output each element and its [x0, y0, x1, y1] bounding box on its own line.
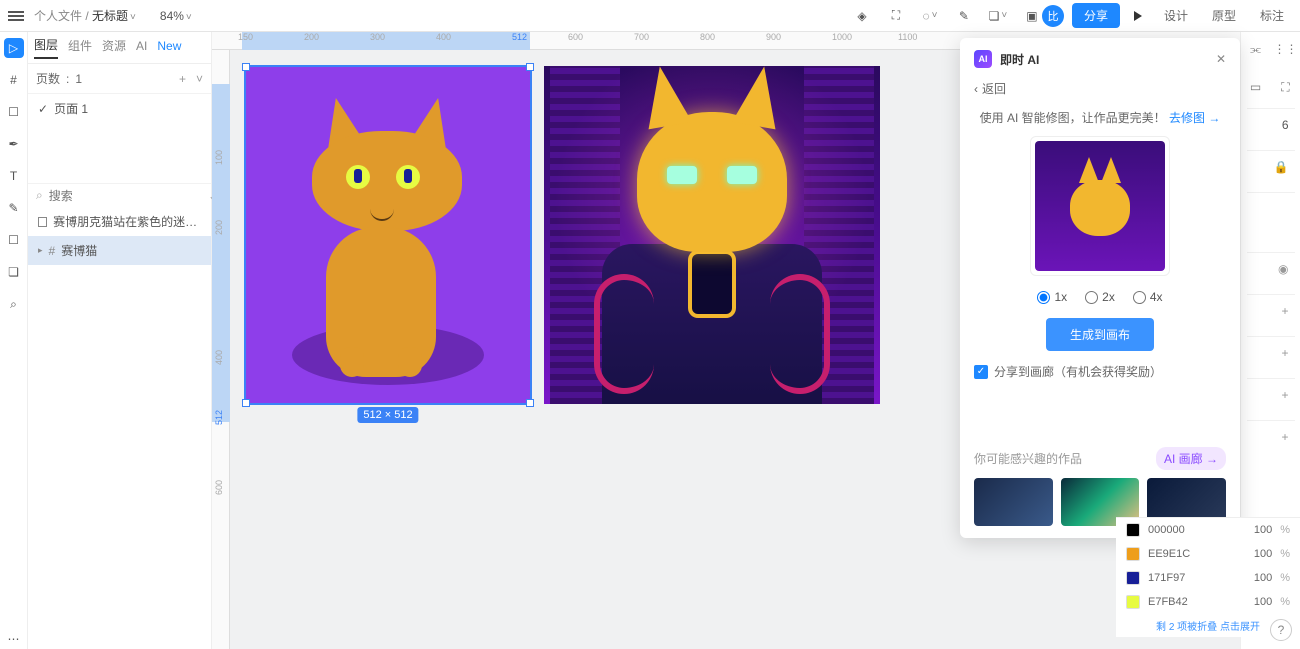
frame-icon: # [49, 244, 56, 258]
style-icon[interactable]: ◈ [852, 6, 872, 26]
color-row[interactable]: E7FB42100% [1116, 590, 1300, 614]
user-avatar[interactable]: 比 [1042, 5, 1064, 27]
radio-1x[interactable]: 1x [1037, 290, 1067, 304]
circle-dashed-icon[interactable]: ◌˅ [920, 6, 940, 26]
radio-4x[interactable]: 4x [1133, 290, 1163, 304]
add-icon[interactable]: + [1281, 346, 1288, 360]
resize-handle[interactable] [526, 399, 534, 407]
edit-icon[interactable]: ✎ [954, 6, 974, 26]
resize-handle[interactable] [242, 399, 250, 407]
gallery-link[interactable]: AI 画廊 → [1156, 447, 1226, 470]
tab-components[interactable]: 组件 [68, 37, 92, 58]
tab-layers[interactable]: 图层 [34, 36, 58, 59]
add-icon[interactable]: + [1281, 430, 1288, 444]
chevron-left-icon: ‹ [974, 82, 978, 96]
share-label: 分享到画廊（有机会获得奖励） [994, 363, 1162, 380]
comment-tool-icon[interactable]: ☐ [4, 230, 24, 250]
text-tool-icon[interactable]: T [4, 166, 24, 186]
play-icon[interactable] [1134, 11, 1142, 21]
tab-ai[interactable]: AI [136, 39, 147, 57]
more-icon[interactable]: ⋯ [4, 629, 24, 649]
add-icon[interactable]: + [1281, 304, 1288, 318]
colors-panel: 000000100% EE9E1C100% 171F97100% E7FB421… [1116, 517, 1300, 637]
selected-frame[interactable]: 512 × 512 [245, 66, 531, 404]
plugins-icon[interactable]: ❏ [4, 262, 24, 282]
caret-icon: ▸ [38, 245, 43, 256]
image-icon [38, 217, 47, 227]
boolean-icon[interactable]: ❏˅ [988, 6, 1008, 26]
tab-new[interactable]: New [157, 39, 181, 57]
breadcrumb[interactable]: 个人文件 / 无标题˅ [34, 7, 136, 24]
gallery-label: 你可能感兴趣的作品 [974, 450, 1082, 467]
frame-tool-icon[interactable]: # [4, 70, 24, 90]
search-icon: ⌕ [36, 188, 43, 203]
search-icon[interactable]: ⌕ [4, 294, 24, 314]
ai-description: 使用 AI 智能修图，让作品更完美！ [980, 111, 1166, 125]
ai-logo-icon: AI [974, 50, 992, 68]
component-icon[interactable]: ▣ [1022, 6, 1042, 26]
tab-assets[interactable]: 资源 [102, 37, 126, 58]
expand-icon[interactable]: ⛶ [1275, 76, 1297, 98]
ai-panel: AI 即时 AI ✕ ‹返回 使用 AI 智能修图，让作品更完美！ 去修图 → … [960, 38, 1240, 538]
share-checkbox[interactable]: ✓ [974, 365, 988, 379]
layer-search-input[interactable] [49, 189, 204, 203]
zoom-dropdown[interactable]: 84%˅ [160, 9, 192, 23]
gallery-thumb[interactable] [974, 478, 1053, 526]
color-row[interactable]: 000000100% [1116, 518, 1300, 542]
select-tool-icon[interactable]: ▷ [4, 38, 24, 58]
pages-label: 页数 [36, 70, 60, 87]
ai-title: 即时 AI [1000, 51, 1039, 68]
color-row[interactable]: EE9E1C100% [1116, 542, 1300, 566]
ai-edit-link[interactable]: 去修图 → [1169, 111, 1220, 125]
layer-item-selected[interactable]: ▸ # 赛博猫 [28, 236, 211, 265]
value-display: 6 [1282, 118, 1289, 132]
pencil-tool-icon[interactable]: ✎ [4, 198, 24, 218]
breadcrumb-parent: 个人文件 [34, 9, 82, 23]
ruler-vertical: 100 200 400 512 600 [212, 50, 230, 649]
eye-icon[interactable]: ◉ [1278, 262, 1288, 276]
dimension-badge: 512 × 512 [357, 407, 418, 423]
tab-design[interactable]: 设计 [1156, 3, 1196, 28]
radio-2x[interactable]: 2x [1085, 290, 1115, 304]
ai-preview-thumbnail [1030, 136, 1170, 276]
check-icon: ✓ [38, 102, 48, 116]
rect-icon[interactable]: ▭ [1245, 76, 1267, 98]
share-button[interactable]: 分享 [1072, 3, 1120, 28]
lock-icon[interactable]: 🔒 [1274, 160, 1289, 174]
chevron-down-icon[interactable]: ˅ [196, 72, 203, 86]
chevron-down-icon: ˅ [130, 12, 136, 23]
chevron-down-icon: ˅ [186, 12, 192, 23]
tab-annotate[interactable]: 标注 [1252, 3, 1292, 28]
cyber-image[interactable] [544, 66, 880, 404]
add-page-icon[interactable]: + [179, 72, 186, 86]
close-icon[interactable]: ✕ [1216, 52, 1226, 66]
crop-icon[interactable]: ⛶ [886, 6, 906, 26]
resize-handle[interactable] [526, 63, 534, 71]
page-item[interactable]: ✓ 页面 1 [28, 94, 211, 123]
layer-item[interactable]: 赛博朋克猫站在紫色的迷雾中... [28, 207, 211, 236]
pages-count: 1 [75, 72, 82, 86]
add-icon[interactable]: + [1281, 388, 1288, 402]
resize-handle[interactable] [242, 63, 250, 71]
generate-button[interactable]: 生成到画布 [1046, 318, 1154, 351]
align-icon[interactable]: ⫘ [1245, 38, 1267, 60]
grid-icon[interactable]: ⋮⋮ [1275, 38, 1297, 60]
main-menu-icon[interactable] [8, 11, 24, 21]
file-title: 无标题 [92, 9, 128, 23]
shape-tool-icon[interactable]: ☐ [4, 102, 24, 122]
help-icon[interactable]: ? [1270, 619, 1292, 641]
color-row[interactable]: 171F97100% [1116, 566, 1300, 590]
pen-tool-icon[interactable]: ✒ [4, 134, 24, 154]
tab-prototype[interactable]: 原型 [1204, 3, 1244, 28]
back-button[interactable]: ‹返回 [974, 80, 1226, 97]
